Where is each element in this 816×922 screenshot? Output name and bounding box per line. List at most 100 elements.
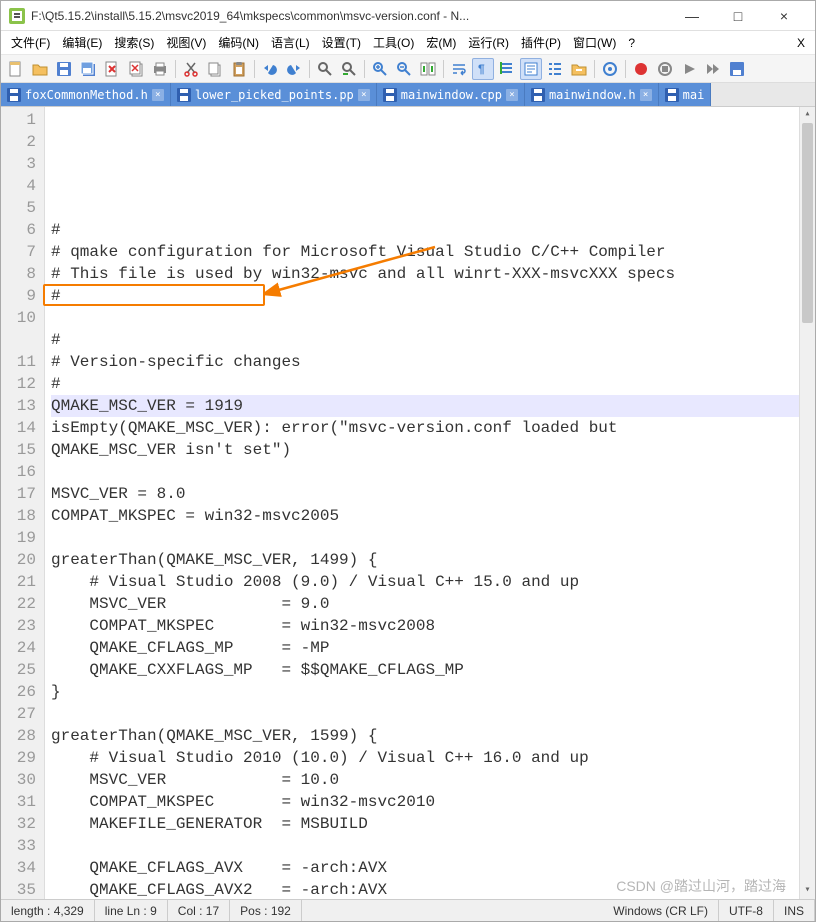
- open-file-button[interactable]: [29, 58, 51, 80]
- menu-encoding[interactable]: 编码(N): [212, 32, 265, 53]
- code-line[interactable]: MSVC_VER = 8.0: [51, 483, 809, 505]
- zoom-out-button[interactable]: [393, 58, 415, 80]
- line-number: 26: [3, 681, 36, 703]
- menu-search[interactable]: 搜索(S): [108, 32, 160, 53]
- cut-button[interactable]: [180, 58, 202, 80]
- code-line[interactable]: MSVC_VER = 10.0: [51, 769, 809, 791]
- menu-settings[interactable]: 设置(T): [316, 32, 367, 53]
- tab-item[interactable]: mainwindow.h ×: [525, 83, 659, 106]
- code-line[interactable]: greaterThan(QMAKE_MSC_VER, 1599) {: [51, 725, 809, 747]
- minimize-button[interactable]: —: [669, 2, 715, 30]
- tab-item[interactable]: mainwindow.cpp ×: [377, 83, 525, 106]
- code-line[interactable]: QMAKE_CFLAGS_AVX2 = -arch:AVX: [51, 879, 809, 899]
- record-macro-button[interactable]: [630, 58, 652, 80]
- menu-view[interactable]: 视图(V): [160, 32, 212, 53]
- scroll-down-icon[interactable]: ▾: [800, 883, 815, 899]
- copy-button[interactable]: [204, 58, 226, 80]
- vertical-scrollbar[interactable]: ▴ ▾: [799, 107, 815, 899]
- menu-tools[interactable]: 工具(O): [367, 32, 420, 53]
- code-line[interactable]: QMAKE_CXXFLAGS_MP = $$QMAKE_CFLAGS_MP: [51, 659, 809, 681]
- code-line[interactable]: isEmpty(QMAKE_MSC_VER): error("msvc-vers…: [51, 417, 809, 439]
- code-line[interactable]: #: [51, 373, 809, 395]
- tab-close-icon[interactable]: ×: [640, 89, 652, 101]
- menu-plugins[interactable]: 插件(P): [515, 32, 567, 53]
- play-multi-button[interactable]: [702, 58, 724, 80]
- editor[interactable]: 1234567891011121314151617181920212223242…: [1, 107, 815, 899]
- code-line[interactable]: # qmake configuration for Microsoft Visu…: [51, 241, 809, 263]
- maximize-button[interactable]: □: [715, 2, 761, 30]
- undo-button[interactable]: [259, 58, 281, 80]
- sync-scroll-button[interactable]: [417, 58, 439, 80]
- save-macro-button[interactable]: [726, 58, 748, 80]
- print-button[interactable]: [149, 58, 171, 80]
- word-wrap-button[interactable]: [448, 58, 470, 80]
- menu-macro[interactable]: 宏(M): [420, 32, 462, 53]
- code-line[interactable]: MSVC_VER = 9.0: [51, 593, 809, 615]
- code-line[interactable]: # Version-specific changes: [51, 351, 809, 373]
- menu-file[interactable]: 文件(F): [5, 32, 56, 53]
- code-line[interactable]: # Visual Studio 2010 (10.0) / Visual C++…: [51, 747, 809, 769]
- toolbar-separator: [254, 60, 255, 78]
- tab-close-icon[interactable]: ×: [152, 89, 164, 101]
- code-line[interactable]: [51, 307, 809, 329]
- tab-item[interactable]: foxCommonMethod.h ×: [1, 83, 171, 106]
- menu-edit[interactable]: 编辑(E): [56, 32, 108, 53]
- code-line[interactable]: [51, 835, 809, 857]
- code-line[interactable]: QMAKE_MSC_VER = 1919: [51, 395, 809, 417]
- status-encoding[interactable]: UTF-8: [719, 900, 774, 921]
- code-line[interactable]: COMPAT_MKSPEC = win32-msvc2008: [51, 615, 809, 637]
- redo-button[interactable]: [283, 58, 305, 80]
- window-controls: — □ ×: [669, 2, 807, 30]
- find-button[interactable]: [314, 58, 336, 80]
- code-line[interactable]: COMPAT_MKSPEC = win32-msvc2005: [51, 505, 809, 527]
- code-line[interactable]: [51, 527, 809, 549]
- code-line[interactable]: MAKEFILE_GENERATOR = MSBUILD: [51, 813, 809, 835]
- indent-guide-button[interactable]: [496, 58, 518, 80]
- function-list-button[interactable]: [544, 58, 566, 80]
- tab-item[interactable]: lower_picked_points.pp ×: [171, 83, 377, 106]
- menu-window[interactable]: 窗口(W): [567, 32, 622, 53]
- scroll-up-icon[interactable]: ▴: [800, 107, 815, 123]
- zoom-in-button[interactable]: [369, 58, 391, 80]
- close-button[interactable]: ×: [761, 2, 807, 30]
- close-all-button[interactable]: [125, 58, 147, 80]
- code-line[interactable]: # This file is used by win32-msvc and al…: [51, 263, 809, 285]
- save-button[interactable]: [53, 58, 75, 80]
- menu-language[interactable]: 语言(L): [265, 32, 316, 53]
- code-area[interactable]: ## qmake configuration for Microsoft Vis…: [45, 107, 815, 899]
- doc-map-button[interactable]: [520, 58, 542, 80]
- status-insert-mode[interactable]: INS: [774, 900, 815, 921]
- play-macro-button[interactable]: [678, 58, 700, 80]
- line-number: 2: [3, 131, 36, 153]
- folder-tree-button[interactable]: [568, 58, 590, 80]
- code-line[interactable]: COMPAT_MKSPEC = win32-msvc2010: [51, 791, 809, 813]
- status-eol[interactable]: Windows (CR LF): [603, 900, 719, 921]
- code-line[interactable]: # Visual Studio 2008 (9.0) / Visual C++ …: [51, 571, 809, 593]
- code-line[interactable]: [51, 461, 809, 483]
- code-line[interactable]: #: [51, 219, 809, 241]
- paste-button[interactable]: [228, 58, 250, 80]
- menu-close-x[interactable]: X: [791, 34, 811, 52]
- new-file-button[interactable]: [5, 58, 27, 80]
- code-line[interactable]: QMAKE_CFLAGS_AVX = -arch:AVX: [51, 857, 809, 879]
- code-line[interactable]: #: [51, 285, 809, 307]
- menubar: 文件(F) 编辑(E) 搜索(S) 视图(V) 编码(N) 语言(L) 设置(T…: [1, 31, 815, 55]
- code-line[interactable]: greaterThan(QMAKE_MSC_VER, 1499) {: [51, 549, 809, 571]
- replace-button[interactable]: [338, 58, 360, 80]
- close-file-button[interactable]: [101, 58, 123, 80]
- code-line[interactable]: #: [51, 329, 809, 351]
- show-all-chars-button[interactable]: ¶: [472, 58, 494, 80]
- code-line[interactable]: }: [51, 681, 809, 703]
- code-line[interactable]: [51, 703, 809, 725]
- tab-close-icon[interactable]: ×: [358, 89, 370, 101]
- tab-close-icon[interactable]: ×: [506, 89, 518, 101]
- menu-run[interactable]: 运行(R): [462, 32, 515, 53]
- code-line[interactable]: QMAKE_CFLAGS_MP = -MP: [51, 637, 809, 659]
- tab-item[interactable]: mai: [659, 83, 712, 106]
- save-all-button[interactable]: [77, 58, 99, 80]
- scroll-thumb[interactable]: [802, 123, 813, 323]
- monitor-file-button[interactable]: [599, 58, 621, 80]
- stop-macro-button[interactable]: [654, 58, 676, 80]
- menu-help[interactable]: ?: [622, 34, 641, 52]
- code-line[interactable]: QMAKE_MSC_VER isn't set"): [51, 439, 809, 461]
